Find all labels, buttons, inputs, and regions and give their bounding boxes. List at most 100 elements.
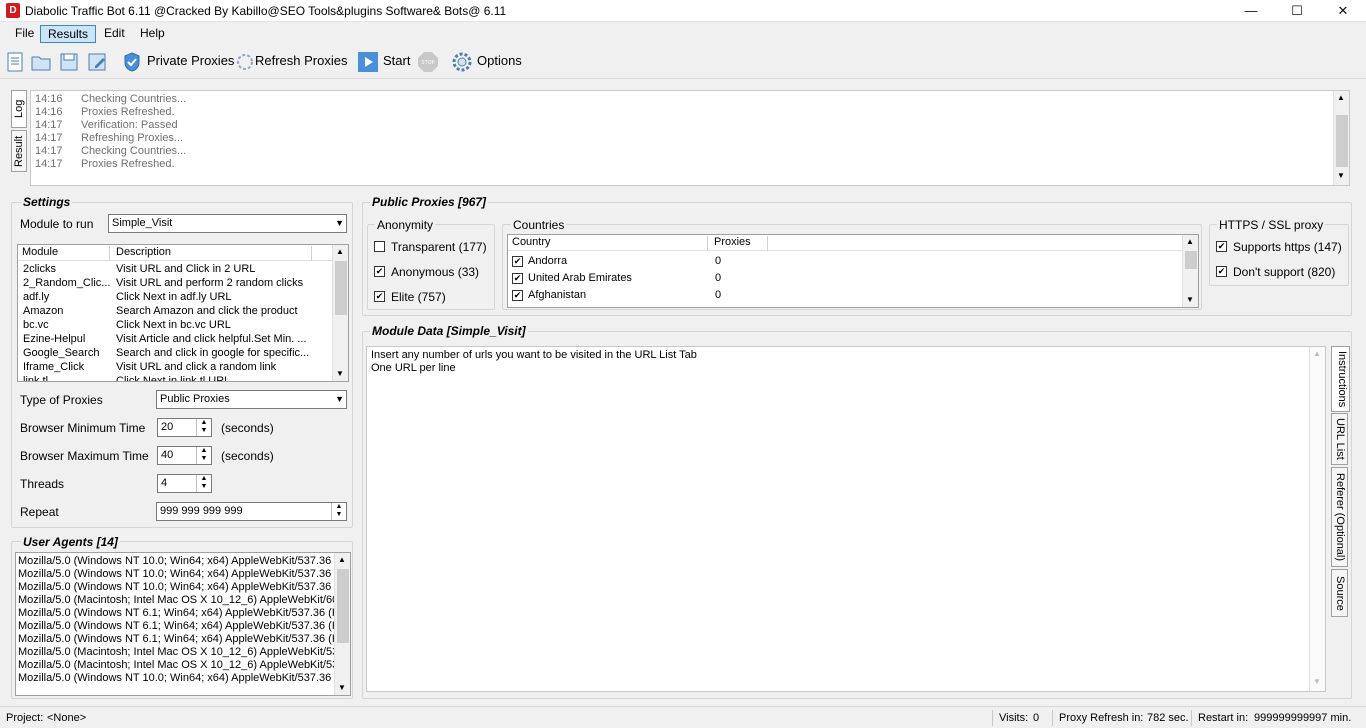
start-button[interactable]: Start	[383, 53, 410, 68]
module-row[interactable]: Google_Search Search and click in google …	[18, 347, 332, 361]
module-list-scrollbar[interactable]: ▲ ▼	[332, 245, 348, 381]
min-time-label: Browser Minimum Time	[20, 421, 146, 435]
refresh-icon[interactable]	[234, 51, 256, 73]
repeat-stepper[interactable]: 999 999 999 999 ▲ ▼	[156, 502, 347, 521]
minimize-button[interactable]: —	[1228, 0, 1274, 22]
module-name: bc.vc	[23, 319, 49, 331]
module-row[interactable]: bc.vc Click Next in bc.vc URL	[18, 319, 332, 333]
toolbar: Private Proxies Refresh Proxies Start ST…	[0, 45, 1366, 79]
start-play-icon[interactable]	[357, 51, 379, 73]
scroll-up-icon[interactable]: ▲	[1186, 237, 1194, 246]
module-row[interactable]: Amazon Search Amazon and click the produc…	[18, 305, 332, 319]
user-agent-item[interactable]: Mozilla/5.0 (Windows NT 10.0; Win64; x64…	[18, 672, 334, 685]
module-row[interactable]: Iframe_Click Visit URL and click a random…	[18, 361, 332, 375]
tab-url-list[interactable]: URL List	[1331, 413, 1348, 465]
user-agent-item[interactable]: Mozilla/5.0 (Windows NT 10.0; Win64; x64…	[18, 555, 334, 568]
tab-source[interactable]: Source	[1331, 569, 1348, 617]
col-description[interactable]: Description	[112, 246, 312, 261]
module-row[interactable]: 2clicks Visit URL and Click in 2 URL	[18, 263, 332, 277]
shield-icon[interactable]	[121, 51, 143, 73]
spin-arrows-icon[interactable]: ▲ ▼	[196, 447, 211, 464]
scroll-thumb[interactable]	[1185, 251, 1197, 269]
tab-instructions[interactable]: Instructions	[1331, 346, 1350, 412]
col-country[interactable]: Country	[508, 236, 708, 251]
module-row[interactable]: Ezine-Helpul Visit Article and click help…	[18, 333, 332, 347]
proxy-type-select[interactable]: Public Proxies ▼	[156, 390, 347, 409]
private-proxies-button[interactable]: Private Proxies	[147, 53, 234, 68]
menu-edit[interactable]: Edit	[97, 25, 132, 43]
spin-arrows-icon[interactable]: ▲ ▼	[331, 503, 346, 520]
user-agent-item[interactable]: Mozilla/5.0 (Macintosh; Intel Mac OS X 1…	[18, 594, 334, 607]
close-button[interactable]: ✕	[1320, 0, 1366, 22]
save-icon[interactable]	[58, 51, 80, 73]
spin-arrows-icon[interactable]: ▲ ▼	[196, 475, 211, 492]
country-row[interactable]: ✔ United Arab Emirates 0	[510, 271, 1180, 288]
gear-icon[interactable]	[451, 51, 473, 73]
anonymity-checkbox[interactable]: ✔	[374, 266, 385, 277]
country-row[interactable]: ✔ Andorra 0	[510, 254, 1180, 271]
module-row[interactable]: 2_Random_Clic... Visit URL and perform 2 …	[18, 277, 332, 291]
scroll-up-icon[interactable]: ▲	[336, 247, 344, 256]
col-module[interactable]: Module	[18, 246, 110, 261]
module-row[interactable]: link.tl Click Next in link.tl URL	[18, 375, 332, 382]
module-data-text[interactable]: Insert any number of urls you want to be…	[366, 346, 1326, 692]
col-proxies[interactable]: Proxies	[710, 236, 768, 251]
scroll-down-icon[interactable]: ▼	[1337, 171, 1345, 180]
country-checkbox[interactable]: ✔	[512, 256, 523, 267]
user-agent-item[interactable]: Mozilla/5.0 (Windows NT 6.1; Win64; x64)…	[18, 607, 334, 620]
country-checkbox[interactable]: ✔	[512, 273, 523, 284]
spin-arrows-icon[interactable]: ▲ ▼	[196, 419, 211, 436]
open-folder-icon[interactable]	[30, 51, 52, 73]
user-agent-item[interactable]: Mozilla/5.0 (Windows NT 6.1; Win64; x64)…	[18, 633, 334, 646]
module-name: link.tl	[23, 375, 49, 382]
scroll-up-icon[interactable]: ▲	[1313, 349, 1321, 358]
scroll-up-icon[interactable]: ▲	[338, 555, 346, 564]
module-select[interactable]: Simple_Visit ▼	[108, 214, 347, 233]
scroll-down-icon[interactable]: ▼	[1186, 295, 1194, 304]
country-proxy-count: 0	[715, 289, 722, 301]
scroll-thumb[interactable]	[335, 261, 347, 315]
menu-results[interactable]: Results	[40, 25, 97, 43]
stop-icon[interactable]: STOP	[417, 51, 439, 73]
user-agents-list[interactable]: Mozilla/5.0 (Windows NT 10.0; Win64; x64…	[15, 552, 351, 696]
scroll-down-icon[interactable]: ▼	[336, 369, 344, 378]
scroll-down-icon[interactable]: ▼	[1313, 677, 1321, 686]
country-row[interactable]: ✔ Afghanistan 0	[510, 288, 1180, 305]
country-checkbox[interactable]: ✔	[512, 290, 523, 301]
maximize-button[interactable]: ☐	[1274, 0, 1320, 22]
module-row[interactable]: adf.ly Click Next in adf.ly URL	[18, 291, 332, 305]
https-checkbox[interactable]: ✔	[1216, 266, 1227, 277]
log-message: Proxies Refreshed.	[81, 106, 175, 118]
scroll-down-icon[interactable]: ▼	[338, 683, 346, 692]
user-agents-scrollbar[interactable]: ▲ ▼	[334, 553, 350, 695]
max-time-stepper[interactable]: 40 ▲ ▼	[157, 446, 212, 465]
scroll-thumb[interactable]	[1336, 115, 1348, 167]
user-agent-item[interactable]: Mozilla/5.0 (Windows NT 10.0; Win64; x64…	[18, 581, 334, 594]
user-agent-item[interactable]: Mozilla/5.0 (Macintosh; Intel Mac OS X 1…	[18, 659, 334, 672]
scroll-thumb[interactable]	[337, 569, 349, 643]
tab-result[interactable]: Result	[11, 130, 27, 172]
countries-scrollbar[interactable]: ▲ ▼	[1182, 235, 1198, 307]
scroll-up-icon[interactable]: ▲	[1337, 93, 1345, 102]
tab-referer[interactable]: Referer (Optional)	[1331, 467, 1348, 567]
log-entry: 14:17 Proxies Refreshed.	[35, 158, 175, 170]
refresh-proxies-button[interactable]: Refresh Proxies	[255, 53, 347, 68]
menu-file[interactable]: File	[8, 25, 41, 43]
new-document-icon[interactable]	[4, 51, 26, 73]
save-as-icon[interactable]	[86, 51, 108, 73]
https-checkbox[interactable]: ✔	[1216, 241, 1227, 252]
user-agent-item[interactable]: Mozilla/5.0 (Macintosh; Intel Mac OS X 1…	[18, 646, 334, 659]
min-time-stepper[interactable]: 20 ▲ ▼	[157, 418, 212, 437]
menu-help[interactable]: Help	[133, 25, 172, 43]
options-button[interactable]: Options	[477, 53, 522, 68]
user-agent-item[interactable]: Mozilla/5.0 (Windows NT 10.0; Win64; x64…	[18, 568, 334, 581]
log-scrollbar[interactable]: ▲ ▼	[1333, 91, 1349, 185]
module-list[interactable]: Module Description 2clicks Visit URL and …	[17, 244, 349, 382]
anonymity-checkbox[interactable]	[374, 241, 385, 252]
user-agent-item[interactable]: Mozilla/5.0 (Windows NT 6.1; Win64; x64)…	[18, 620, 334, 633]
tab-log[interactable]: Log	[11, 90, 27, 128]
module-data-scrollbar[interactable]: ▲ ▼	[1309, 347, 1325, 691]
anonymity-checkbox[interactable]: ✔	[374, 291, 385, 302]
threads-stepper[interactable]: 4 ▲ ▼	[157, 474, 212, 493]
countries-list[interactable]: Country Proxies ✔ Andorra 0 ✔ United Arab Em…	[507, 234, 1199, 308]
